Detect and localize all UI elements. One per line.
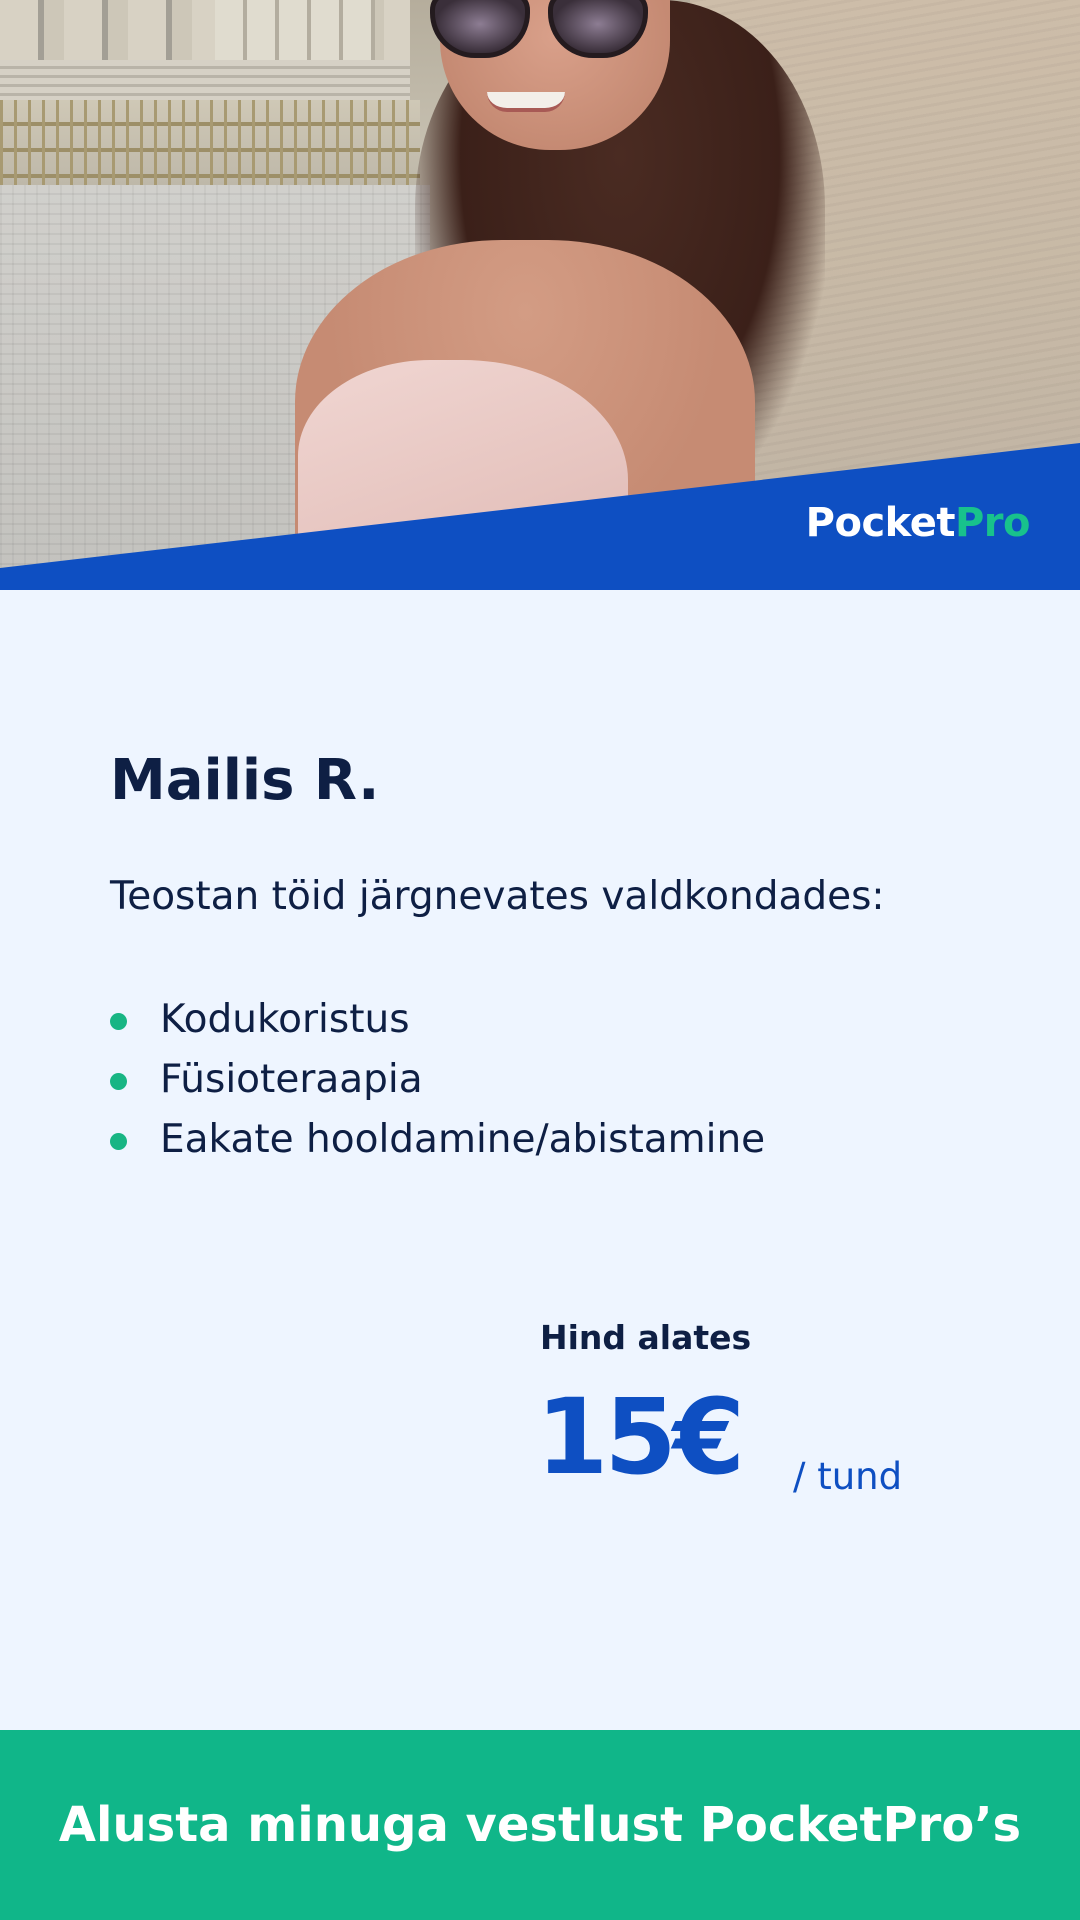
price-value: 15€ bbox=[536, 1376, 745, 1498]
list-item: Eakate hooldamine/abistamine bbox=[110, 1110, 765, 1170]
service-label: Füsioteraapia bbox=[160, 1057, 423, 1102]
list-item: Kodukoristus bbox=[110, 990, 765, 1050]
service-label: Kodukoristus bbox=[160, 997, 410, 1042]
hero-section: PocketPro bbox=[0, 0, 1080, 590]
pocketpro-logo: PocketPro bbox=[805, 500, 1031, 546]
start-chat-label: Alusta minuga vestlust PocketPro’s bbox=[58, 1797, 1022, 1853]
services-intro: Teostan töid järgnevates valdkondades: bbox=[110, 874, 885, 919]
start-chat-button[interactable]: Alusta minuga vestlust PocketPro’s bbox=[0, 1730, 1080, 1920]
profile-name: Mailis R. bbox=[110, 748, 380, 813]
price-label: Hind alates bbox=[540, 1318, 752, 1357]
bullet-icon bbox=[110, 1073, 127, 1090]
bullet-icon bbox=[110, 1013, 127, 1030]
price-unit: / tund bbox=[793, 1455, 903, 1498]
services-list: Kodukoristus Füsioteraapia Eakate hoolda… bbox=[110, 990, 765, 1170]
list-item: Füsioteraapia bbox=[110, 1050, 765, 1110]
bullet-icon bbox=[110, 1133, 127, 1150]
service-label: Eakate hooldamine/abistamine bbox=[160, 1117, 766, 1162]
